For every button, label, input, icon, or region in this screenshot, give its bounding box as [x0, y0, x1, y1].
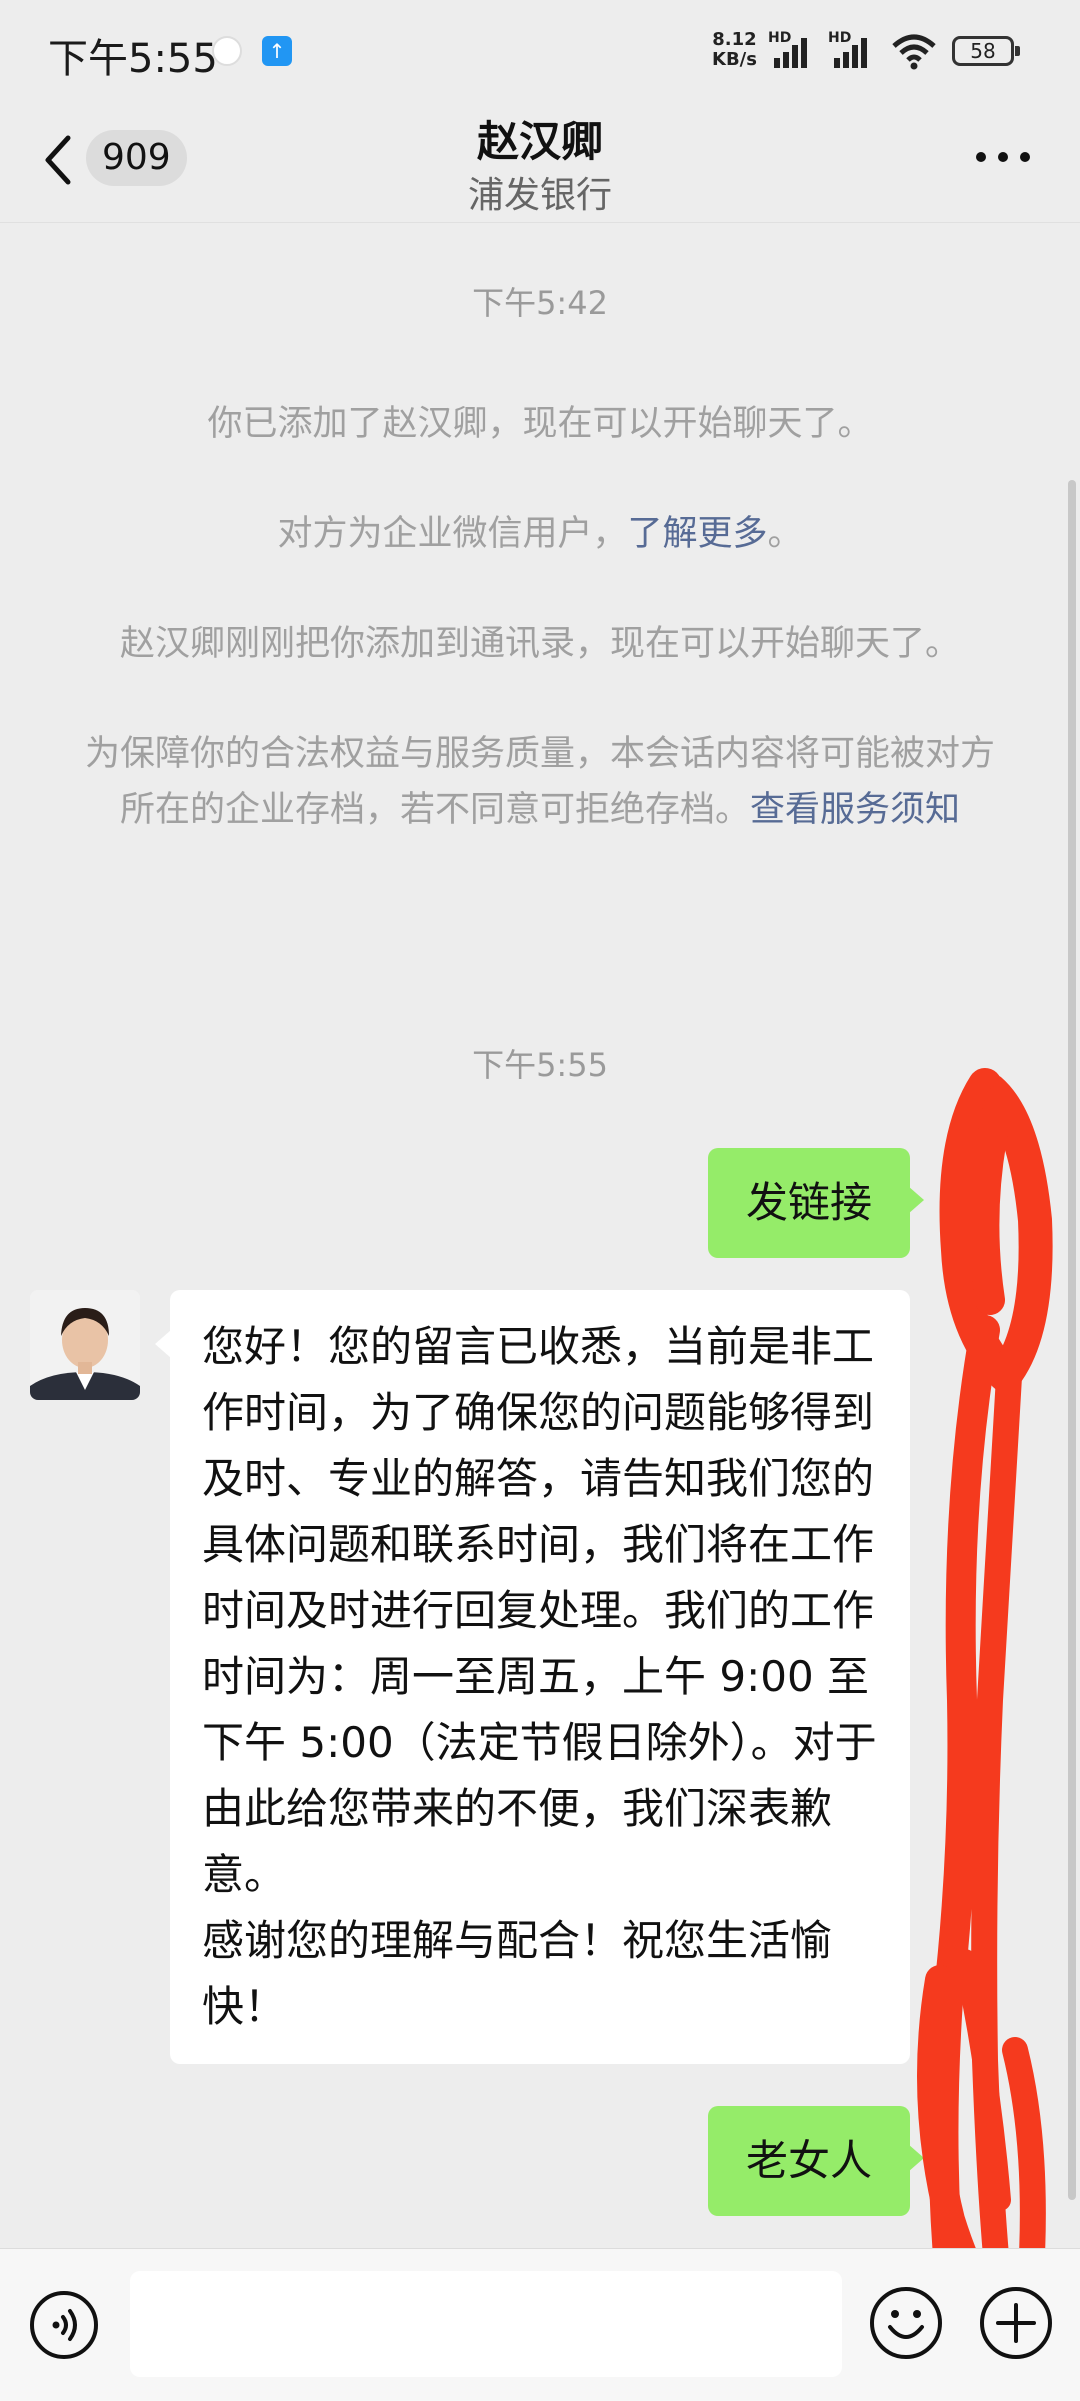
status-time: 下午5:55 [48, 36, 218, 82]
header-divider [0, 222, 1080, 223]
outgoing-message-2[interactable]: 老女人 [708, 2106, 924, 2216]
system-message-added: 你已添加了赵汉卿，现在可以开始聊天了。 [207, 404, 873, 444]
avatar-image [30, 1290, 140, 1400]
voice-icon[interactable] [28, 2289, 100, 2361]
network-speed-unit: KB/s [712, 49, 757, 70]
chat-title: 赵汉卿 [476, 117, 603, 166]
learn-more-link[interactable]: 了解更多 [627, 514, 767, 554]
network-speed: 8.12 KB/s [712, 30, 757, 70]
service-terms-link[interactable]: 查看服务须知 [750, 790, 960, 830]
chat-header: 909 赵汉卿 浦发银行 [0, 100, 1080, 222]
notification-icon [212, 36, 242, 66]
system-message-enterprise: 对方为企业微信用户，了解更多。 [80, 506, 1000, 562]
chat-subtitle: 浦发银行 [467, 175, 612, 216]
enterprise-text: 对方为企业微信用户， [277, 514, 628, 554]
scrollbar[interactable] [1068, 480, 1076, 2200]
outgoing-message[interactable]: 发链接 [708, 1148, 924, 1258]
plus-circle-icon[interactable] [978, 2285, 1054, 2361]
message-input[interactable] [130, 2271, 842, 2377]
upload-icon: ↑ [262, 36, 292, 66]
timestamp: 下午5:42 [472, 284, 608, 322]
input-bar [0, 2248, 1080, 2401]
more-horizontal-icon[interactable] [976, 152, 1032, 166]
battery-icon: 58 [952, 36, 1020, 66]
signal-icon [774, 38, 807, 68]
timestamp-2: 下午5:55 [472, 1046, 608, 1084]
enterprise-suffix: 。 [767, 514, 803, 554]
system-message-archive: 为保障你的合法权益与服务质量，本会话内容将可能被对方所在的企业存档，若不同意可拒… [80, 726, 1000, 838]
network-speed-value: 8.12 [712, 29, 757, 50]
incoming-message[interactable]: 您好！您的留言已收悉，当前是非工作时间，为了确保您的问题能够得到及时、专业的解答… [155, 1290, 910, 2064]
system-message-contact: 赵汉卿刚刚把你添加到通讯录，现在可以开始聊天了。 [119, 624, 960, 664]
emoji-icon[interactable] [868, 2285, 944, 2361]
signal-icon-2 [834, 38, 867, 68]
wifi-icon [892, 34, 936, 70]
status-bar: 下午5:55 ↑ 8.12 KB/s HD HD 58 [0, 0, 1080, 100]
avatar[interactable] [30, 1290, 140, 1400]
